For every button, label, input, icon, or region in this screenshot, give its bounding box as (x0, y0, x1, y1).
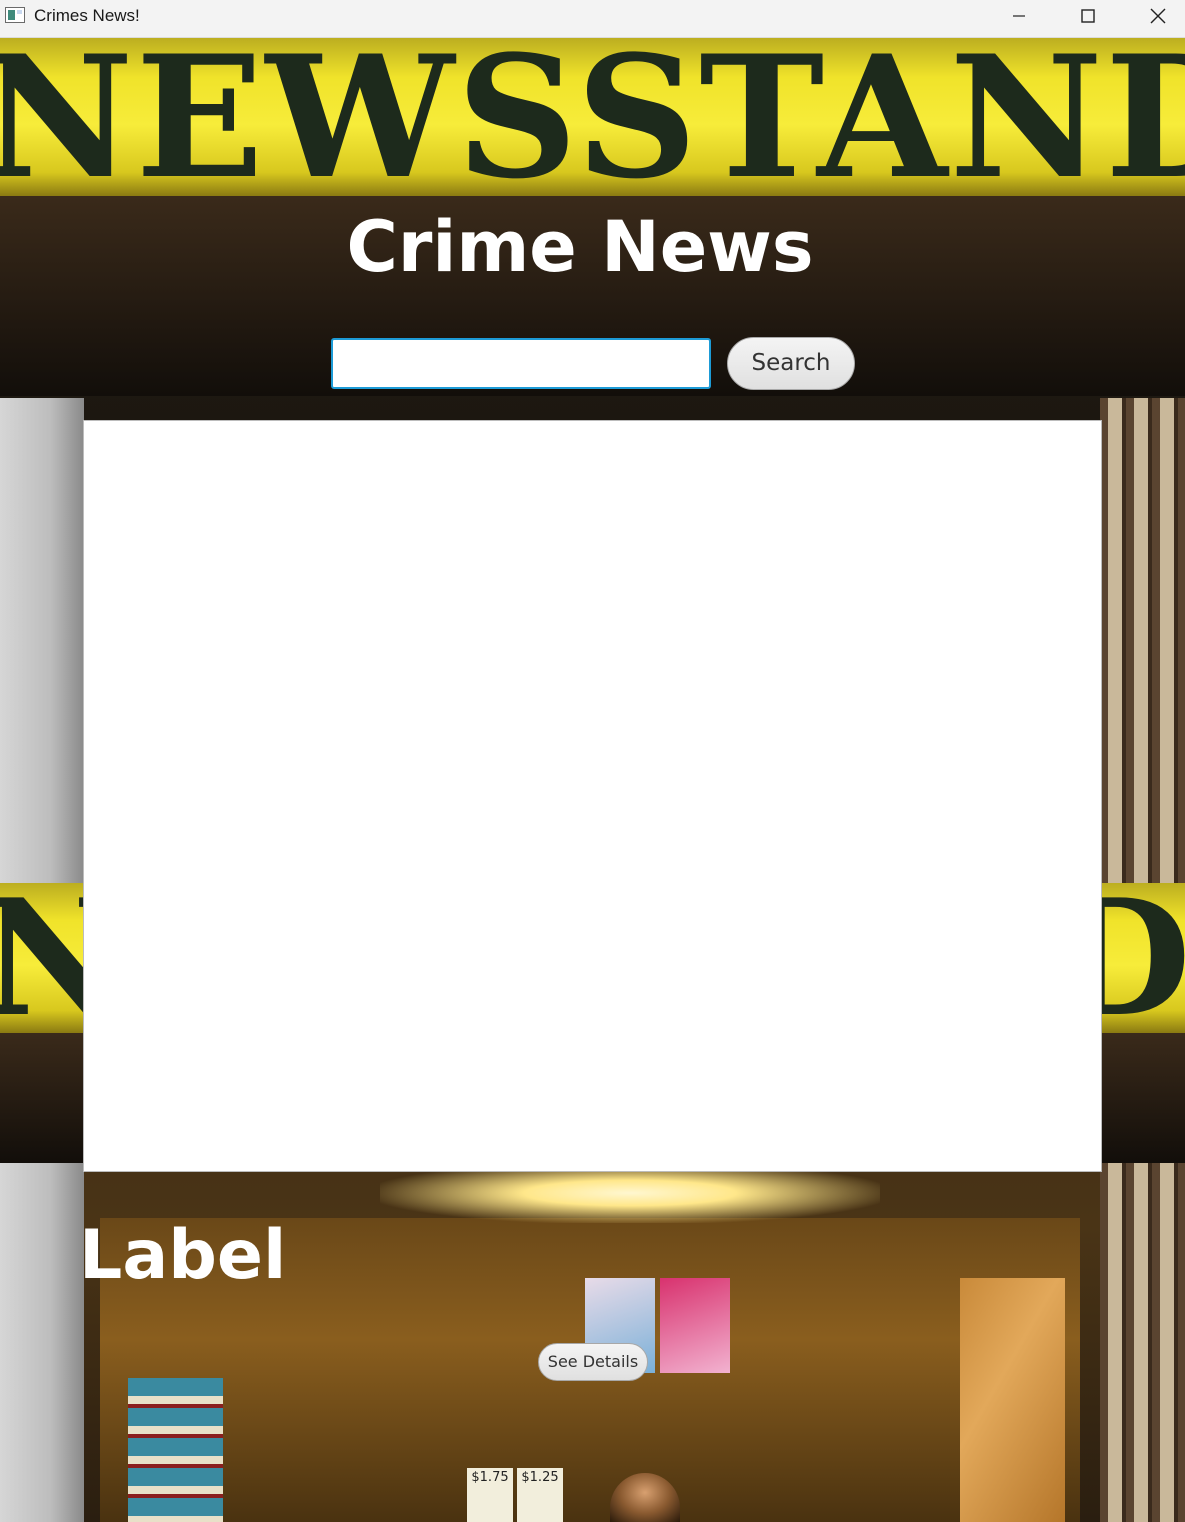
title-bar[interactable]: Crimes News! (0, 0, 1185, 38)
close-button[interactable] (1128, 0, 1185, 32)
magazine-cover (660, 1278, 730, 1373)
see-details-button[interactable]: See Details (538, 1343, 648, 1381)
search-input[interactable] (331, 338, 711, 389)
search-button[interactable]: Search (727, 337, 855, 390)
detail-label: Label (79, 1216, 287, 1295)
results-list[interactable] (83, 420, 1102, 1172)
close-icon (1150, 8, 1166, 24)
app-window: Crimes News! NEWSSTAND NEWSSTAND $1.75 $… (0, 0, 1185, 1522)
price-tag: $1.25 (517, 1468, 563, 1522)
maximize-icon (1081, 9, 1095, 23)
page-title: Crime News (346, 206, 814, 288)
newsstand-sign: NEWSSTAND (0, 38, 1185, 196)
app-icon (5, 7, 25, 23)
plywood-panel (960, 1278, 1065, 1522)
minimize-icon (1013, 15, 1025, 17)
price-tag: $1.75 (467, 1468, 513, 1522)
ceiling-light (380, 1163, 880, 1223)
window-title: Crimes News! (34, 6, 140, 25)
maximize-button[interactable] (1058, 0, 1118, 32)
magazine-rack (128, 1378, 223, 1522)
minimize-button[interactable] (989, 0, 1049, 32)
